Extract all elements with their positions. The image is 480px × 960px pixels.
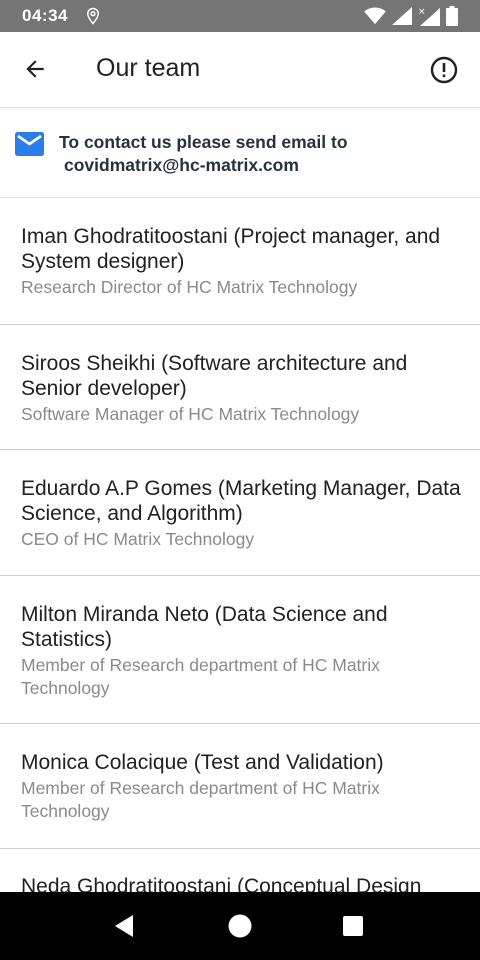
list-item[interactable]: Neda Ghodratitoostani (Conceptual Design xyxy=(0,849,480,892)
member-name: Siroos Sheikhi (Software architecture an… xyxy=(21,352,408,400)
back-triangle-icon xyxy=(115,915,133,937)
signal-icon xyxy=(392,7,412,25)
navigation-bar xyxy=(0,892,480,960)
team-list[interactable]: To contact us please send email to covid… xyxy=(0,108,480,892)
list-item[interactable]: Monica Colacique (Test and Validation) M… xyxy=(0,724,480,849)
member-name: Monica Colacique (Test and Validation) xyxy=(21,751,384,774)
contact-email[interactable]: covidmatrix@hc-matrix.com xyxy=(64,155,299,176)
list-item[interactable]: Eduardo A.P Gomes (Marketing Manager, Da… xyxy=(0,450,480,576)
signal-no-data-icon: × xyxy=(418,7,440,26)
member-role: CEO of HC Matrix Technology xyxy=(21,529,255,549)
info-circle-icon xyxy=(430,56,458,84)
page-title: Our team xyxy=(96,54,201,82)
contact-banner: To contact us please send email to covid… xyxy=(0,108,480,198)
nav-back-button[interactable] xyxy=(104,906,144,946)
list-item[interactable]: Siroos Sheikhi (Software architecture an… xyxy=(0,325,480,450)
status-bar: 04:34 × xyxy=(0,0,480,32)
member-name: Iman Ghodratitoostani (Project manager, … xyxy=(21,225,441,273)
home-circle-icon xyxy=(228,914,252,938)
status-time: 04:34 xyxy=(22,6,68,25)
svg-text:×: × xyxy=(418,7,426,17)
mail-icon xyxy=(15,132,44,156)
info-button[interactable] xyxy=(422,48,466,92)
member-role: Member of Research department of HC Matr… xyxy=(21,655,380,698)
member-role: Member of Research department of HC Matr… xyxy=(21,778,380,821)
app-bar: Our team xyxy=(0,32,480,108)
location-icon xyxy=(86,7,99,25)
battery-icon xyxy=(446,6,458,26)
nav-home-button[interactable] xyxy=(219,905,261,947)
contact-text: To contact us please send email to xyxy=(59,132,348,152)
member-name: Eduardo A.P Gomes (Marketing Manager, Da… xyxy=(21,477,461,525)
list-item[interactable]: Milton Miranda Neto (Data Science and St… xyxy=(0,576,480,724)
member-name: Milton Miranda Neto (Data Science and St… xyxy=(21,603,388,651)
nav-recents-button[interactable] xyxy=(333,906,373,946)
member-role: Research Director of HC Matrix Technolog… xyxy=(21,277,358,297)
back-button[interactable] xyxy=(14,48,56,90)
list-item[interactable]: Iman Ghodratitoostani (Project manager, … xyxy=(0,198,480,325)
member-role: Software Manager of HC Matrix Technology xyxy=(21,404,360,424)
member-name: Neda Ghodratitoostani (Conceptual Design xyxy=(21,875,422,892)
wifi-icon xyxy=(364,7,386,25)
arrow-back-icon xyxy=(26,60,44,78)
recents-square-icon xyxy=(343,916,363,936)
